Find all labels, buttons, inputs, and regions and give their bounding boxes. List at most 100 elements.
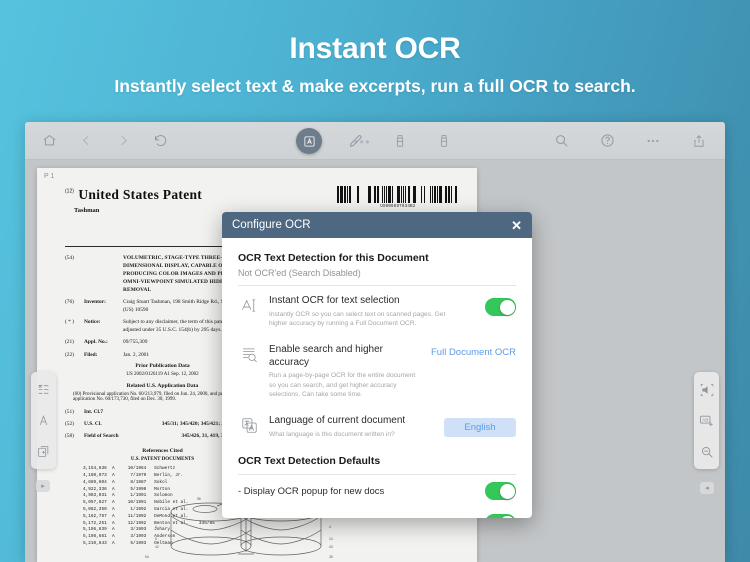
- default-instant-ocr-row: - Instant OCR on by default for new docs: [238, 507, 516, 518]
- outline-list-icon[interactable]: [36, 382, 51, 397]
- full-document-ocr-row: Enable search and higher accuracy Run a …: [238, 335, 516, 406]
- document-search-icon: [238, 344, 260, 363]
- patent-field-number: (22): [65, 351, 74, 358]
- svg-text:35: 35: [329, 555, 333, 559]
- eraser-tool-icon[interactable]: [434, 131, 454, 151]
- full-document-ocr-text: Enable search and higher accuracy Run a …: [269, 344, 422, 399]
- more-options-icon[interactable]: [643, 131, 663, 151]
- svg-text:24: 24: [329, 537, 333, 541]
- svg-text:4: 4: [329, 525, 331, 529]
- toggle-knob: [499, 515, 515, 518]
- default-popup-row: - Display OCR popup for new docs: [238, 475, 516, 507]
- patent-author: Tashman: [74, 207, 100, 214]
- barcode-number: US006697034B2: [380, 204, 416, 209]
- right-tool-rail: AB: [694, 372, 719, 469]
- instant-ocr-text: Instant OCR for text selection Instantly…: [269, 295, 447, 328]
- svg-text:42: 42: [155, 545, 159, 549]
- patent-field-name: Appl. No.:: [84, 339, 108, 346]
- toggle-knob: [499, 483, 515, 499]
- patent-field-number: (21): [65, 339, 74, 346]
- text-select-tool-icon[interactable]: [296, 128, 322, 154]
- undo-icon[interactable]: [150, 131, 170, 151]
- highlighter-tool-icon[interactable]: [390, 131, 410, 151]
- pen-tool-icon[interactable]: [346, 131, 366, 151]
- close-icon[interactable]: ✕: [511, 219, 522, 232]
- left-rail-toggle-arrow: ▸: [41, 483, 45, 490]
- barcode-icon: [336, 186, 459, 203]
- default-popup-toggle[interactable]: [485, 482, 516, 501]
- patent-class-name: Int. Cl.7: [84, 408, 104, 415]
- toolbar-left-group: [25, 131, 170, 151]
- patent-class-number: (51): [65, 408, 74, 415]
- add-page-icon[interactable]: [36, 444, 51, 459]
- svg-text:AB: AB: [702, 417, 708, 422]
- translate-icon: [238, 415, 260, 434]
- pen-tool-wrap: •••: [346, 131, 369, 151]
- patent-title-line: (12) United States Patent: [65, 186, 202, 204]
- read-aloud-icon[interactable]: [699, 382, 714, 397]
- svg-text:54: 54: [145, 555, 149, 559]
- configure-ocr-dialog: Configure OCR ✕ OCR Text Detection for t…: [222, 212, 532, 518]
- svg-text:56: 56: [197, 497, 201, 501]
- ocr-status-text: Not OCR'ed (Search Disabled): [238, 268, 361, 278]
- svg-text:1: 1: [155, 525, 157, 529]
- patent-class-name: U.S. Cl.: [84, 420, 102, 427]
- toolbar-right-group: [551, 131, 725, 151]
- left-rail-toggle[interactable]: ▸: [36, 480, 50, 492]
- instant-ocr-row: Instant OCR for text selection Instantly…: [238, 286, 516, 335]
- patent-field-number: (54): [65, 254, 74, 261]
- svg-text:5: 5: [155, 537, 157, 541]
- dialog-body: OCR Text Detection for this Document Not…: [222, 238, 532, 518]
- patent-title: United States Patent: [78, 187, 203, 202]
- default-instant-ocr-toggle[interactable]: [485, 514, 516, 518]
- left-tool-rail: [31, 372, 56, 469]
- add-text-box-icon[interactable]: AB: [699, 413, 714, 428]
- svg-text:43: 43: [329, 545, 333, 549]
- full-document-ocr-description: Run a page-by-page OCR for the entire do…: [269, 372, 416, 398]
- document-language-row: Language of current document What langua…: [238, 406, 516, 446]
- promo-subtitle: Instantly select text & make excerpts, r…: [114, 76, 636, 96]
- back-icon[interactable]: [76, 131, 96, 151]
- promo-header: Instant OCR Instantly select text & make…: [0, 0, 750, 97]
- document-language-heading: Language of current document: [269, 415, 406, 427]
- patent-field-name: Inventor:: [84, 299, 106, 306]
- instant-ocr-control: [456, 295, 516, 316]
- document-language-control: English: [444, 415, 516, 438]
- search-icon[interactable]: [551, 131, 571, 151]
- instant-ocr-description: Instantly OCR so you can select text on …: [269, 310, 446, 327]
- instant-ocr-heading: Instant OCR for text selection: [269, 295, 400, 306]
- defaults-section-heading: OCR Text Detection Defaults: [238, 455, 381, 468]
- patent-class-name: Field of Search: [84, 432, 119, 439]
- patent-field-name: [84, 254, 118, 295]
- document-section-heading: OCR Text Detection for this Document: [238, 252, 429, 264]
- toggle-knob: [499, 299, 515, 315]
- patent-class-number: (52): [65, 420, 74, 427]
- document-language-description: What language is this document written i…: [269, 430, 395, 438]
- full-document-ocr-control: Full Document OCR: [431, 344, 516, 358]
- patent-title-block: (12) United States Patent Tashman: [55, 186, 202, 214]
- right-rail-toggle-arrow: ◂: [705, 485, 709, 492]
- dialog-title-bar: Configure OCR ✕: [222, 212, 532, 238]
- instant-ocr-toggle[interactable]: [485, 298, 516, 316]
- full-document-ocr-heading: Enable search and higher accuracy: [269, 344, 383, 368]
- document-language-text: Language of current document What langua…: [269, 415, 435, 439]
- home-icon[interactable]: [39, 131, 59, 151]
- toolbar-tools-group: •••: [296, 122, 454, 160]
- patent-field-number: ( * ): [65, 319, 74, 326]
- share-icon[interactable]: [689, 131, 709, 151]
- full-document-ocr-link[interactable]: Full Document OCR: [431, 347, 516, 358]
- help-icon[interactable]: [597, 131, 617, 151]
- text-cursor-icon: [238, 295, 260, 314]
- patent-field-name: Notice:: [84, 319, 101, 326]
- patent-field-number: (76): [65, 299, 74, 306]
- annotation-font-icon[interactable]: [36, 413, 51, 428]
- default-popup-label: - Display OCR popup for new docs: [238, 485, 385, 497]
- promo-title: Instant OCR: [289, 32, 461, 65]
- patent-kind-code: (12): [65, 188, 74, 195]
- patent-field-name: Filed:: [84, 351, 98, 358]
- document-language-select[interactable]: English: [444, 418, 516, 438]
- right-rail-toggle[interactable]: ◂: [700, 482, 714, 494]
- forward-icon[interactable]: [113, 131, 133, 151]
- zoom-out-icon[interactable]: [699, 444, 714, 459]
- app-toolbar: •••: [25, 122, 725, 160]
